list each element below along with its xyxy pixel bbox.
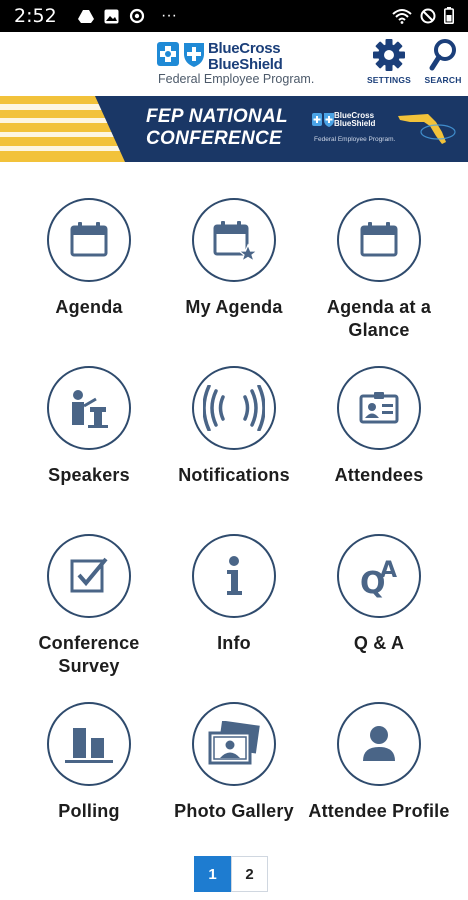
banner-logo-text: BlueCross BlueShield bbox=[334, 112, 375, 128]
info-icon bbox=[227, 556, 242, 595]
calendar-icon bbox=[70, 222, 108, 257]
conference-banner: FEP NATIONAL CONFERENCE BlueCross BlueSh… bbox=[0, 96, 468, 162]
tile-icon-circle bbox=[192, 534, 276, 618]
badge-icon bbox=[359, 392, 399, 424]
do-not-disturb-icon bbox=[420, 8, 436, 23]
tile-icon-circle bbox=[47, 702, 131, 786]
tile-icon-circle bbox=[47, 534, 131, 618]
calendar-star-icon bbox=[213, 221, 258, 263]
tile-icon-circle bbox=[192, 366, 276, 450]
sync-icon bbox=[129, 8, 145, 24]
page-2-button[interactable]: 2 bbox=[231, 856, 268, 892]
status-bar: 2:52 ··· bbox=[0, 0, 468, 32]
blue-cross-icon bbox=[157, 42, 179, 66]
banner-bcbs-logo: BlueCross BlueShield Federal Employee Pr… bbox=[312, 108, 396, 148]
broadcast-icon bbox=[203, 385, 265, 431]
banner-logo-line2: BlueShield bbox=[334, 119, 376, 128]
person-icon bbox=[363, 726, 395, 761]
tile-icon-circle bbox=[337, 366, 421, 450]
tile-label: Agenda bbox=[55, 297, 123, 317]
settings-label: SETTINGS bbox=[366, 75, 412, 85]
page-1-button[interactable]: 1 bbox=[194, 856, 231, 892]
svg-text:A: A bbox=[380, 558, 397, 583]
image-icon bbox=[104, 9, 119, 23]
logo-subtitle: Federal Employee Program. bbox=[158, 72, 315, 86]
tile-icon-circle bbox=[337, 198, 421, 282]
banner-title-line1: FEP NATIONAL bbox=[146, 106, 288, 127]
photo-gallery-icon bbox=[208, 721, 260, 765]
tile-icon-circle bbox=[47, 198, 131, 282]
tile-label: Attendee Profile bbox=[308, 801, 450, 821]
checkbox-icon bbox=[70, 557, 108, 593]
tile-q-and-a[interactable]: Q A Q & A bbox=[306, 534, 452, 694]
tile-label: Conference Survey bbox=[38, 633, 140, 676]
banner-cross-shield-icon bbox=[312, 113, 334, 127]
search-button[interactable]: SEARCH bbox=[416, 38, 468, 90]
logo-marks bbox=[156, 40, 206, 68]
wifi-icon bbox=[392, 8, 412, 24]
gear-icon bbox=[373, 39, 405, 71]
settings-button[interactable]: SETTINGS bbox=[362, 38, 416, 90]
tile-label: My Agenda bbox=[185, 297, 283, 317]
app-header: BlueCross BlueShield Federal Employee Pr… bbox=[0, 32, 468, 96]
tile-label: Photo Gallery bbox=[174, 801, 294, 821]
tile-icon-circle bbox=[337, 702, 421, 786]
tile-agenda-at-a-glance[interactable]: Agenda at a Glance bbox=[306, 198, 452, 358]
more-notifications-icon: ··· bbox=[161, 7, 177, 24]
blue-shield-icon bbox=[184, 43, 204, 67]
tile-label: Polling bbox=[58, 801, 120, 821]
tile-label: Speakers bbox=[48, 465, 130, 485]
florida-map-icon bbox=[398, 114, 456, 144]
tile-icon-circle bbox=[47, 366, 131, 450]
banner-title: FEP NATIONAL CONFERENCE bbox=[146, 106, 288, 150]
logo-text-bluecross: BlueCross bbox=[208, 40, 281, 57]
calendar-icon bbox=[360, 222, 398, 257]
pagination: 1 2 bbox=[194, 856, 268, 892]
battery-icon bbox=[444, 7, 454, 24]
tile-icon-circle bbox=[192, 198, 276, 282]
tile-label: Notifications bbox=[178, 465, 290, 485]
bar-chart-icon bbox=[65, 728, 113, 763]
tile-photo-gallery[interactable]: Photo Gallery bbox=[161, 702, 307, 862]
search-icon bbox=[429, 39, 456, 71]
tile-info[interactable]: Info bbox=[161, 534, 307, 694]
banner-title-line2: CONFERENCE bbox=[146, 128, 283, 149]
status-time: 2:52 bbox=[14, 5, 57, 27]
tile-my-agenda[interactable]: My Agenda bbox=[161, 198, 307, 358]
tile-label: Info bbox=[217, 633, 251, 653]
tile-agenda[interactable]: Agenda bbox=[16, 198, 162, 358]
logo-text-blueshield: BlueShield bbox=[208, 56, 283, 73]
tile-attendees[interactable]: Attendees bbox=[306, 366, 452, 526]
tile-polling[interactable]: Polling bbox=[16, 702, 162, 862]
search-label: SEARCH bbox=[424, 75, 462, 85]
tile-conference-survey[interactable]: Conference Survey bbox=[16, 534, 162, 694]
banner-stripes bbox=[0, 96, 150, 162]
tile-notifications[interactable]: Notifications bbox=[161, 366, 307, 526]
tile-icon-circle: Q A bbox=[337, 534, 421, 618]
tile-attendee-profile[interactable]: Attendee Profile bbox=[306, 702, 452, 862]
bcbs-fep-logo: BlueCross BlueShield Federal Employee Pr… bbox=[156, 38, 316, 90]
drive-icon bbox=[78, 9, 94, 23]
qa-icon: Q A bbox=[360, 558, 397, 599]
banner-logo-subtitle: Federal Employee Program. bbox=[314, 136, 396, 143]
tile-label: Attendees bbox=[334, 465, 424, 485]
tile-label: Agenda at a Glance bbox=[326, 297, 432, 340]
system-icons bbox=[392, 7, 454, 24]
tile-label: Q & A bbox=[353, 633, 405, 653]
tile-icon-circle bbox=[192, 702, 276, 786]
notification-icons: ··· bbox=[78, 7, 177, 25]
tile-speakers[interactable]: Speakers bbox=[16, 366, 162, 526]
speaker-podium-icon bbox=[72, 390, 108, 428]
